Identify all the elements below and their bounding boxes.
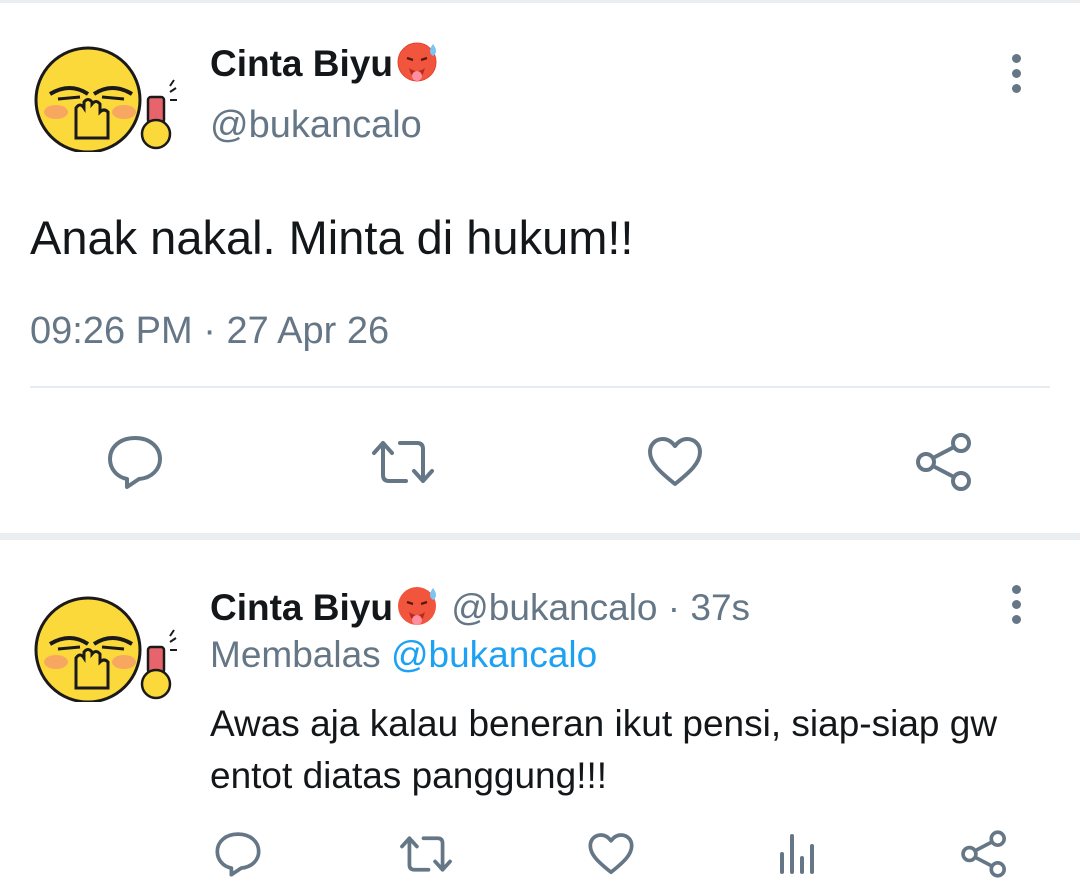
more-vertical-icon[interactable] [1006,585,1026,635]
heart-icon [648,437,702,486]
more-vertical-icon[interactable] [1006,54,1026,104]
top-divider [0,0,1080,3]
reply-reply-button[interactable] [212,828,264,880]
meta-separator: · [192,310,227,352]
heart-icon [588,833,634,875]
share-icon [916,433,971,491]
retweet-icon [400,836,452,872]
reply-avatar[interactable] [28,592,178,704]
replying-to: Membalas @bukancalo [210,634,597,676]
display-name[interactable]: Cinta Biyu [210,38,441,85]
display-name-text: Cinta Biyu [210,43,393,84]
reply-icon [108,436,162,489]
divider [30,386,1050,388]
tweet-date: 27 Apr 26 [226,310,390,352]
avatar[interactable] [28,42,178,154]
hot-face-emoji-icon [395,38,441,84]
reply-button[interactable] [105,432,165,492]
header-separator: · [657,587,691,628]
reply-handle[interactable]: @bukancalo [451,587,657,628]
retweet-icon [372,441,434,483]
hot-face-emoji-icon [395,582,441,628]
tweet-time: 09:26 PM [30,310,193,352]
reply-header: Cinta Biyu @bukancalo · 37s [210,582,750,629]
reply-stats-button[interactable] [772,828,820,880]
reply-time[interactable]: 37s [690,587,750,628]
user-handle[interactable]: @bukancalo [210,104,422,147]
reply-share-button[interactable] [958,826,1010,882]
replying-label: Membalas [210,634,391,675]
stats-icon [780,834,814,874]
tweet-text: Anak nakal. Minta di hukum!! [30,211,634,264]
replying-mention-link[interactable]: @bukancalo [391,634,597,675]
reply-icon [215,832,261,877]
reply-display-name[interactable]: Cinta Biyu [210,587,393,628]
like-button[interactable] [645,432,705,492]
share-button[interactable] [912,430,976,494]
reply-like-button[interactable] [585,828,637,880]
retweet-button[interactable] [368,432,438,492]
section-separator [0,533,1080,540]
tweet-timestamp: 09:26 PM · 27 Apr 26 [30,310,389,353]
reply-retweet-button[interactable] [395,828,457,880]
share-icon [961,830,1006,878]
reply-text: Awas aja kalau beneran ikut pensi, siap-… [210,703,998,796]
